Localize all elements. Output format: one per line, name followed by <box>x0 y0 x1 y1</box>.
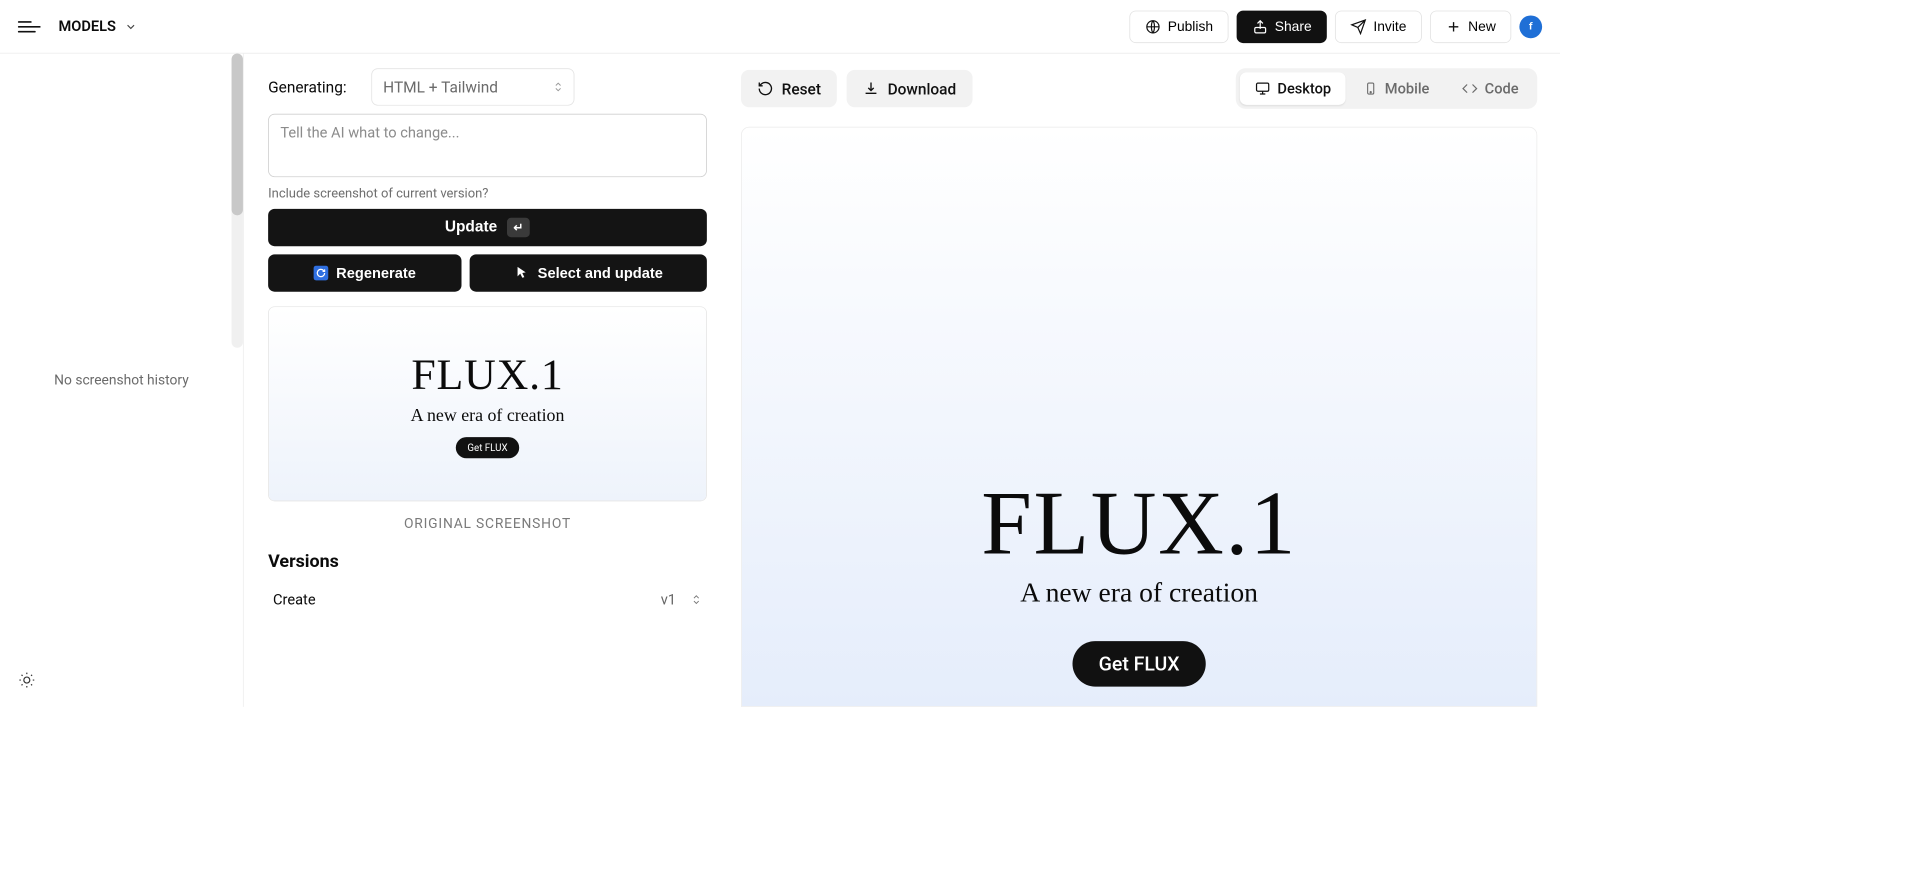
hero-cta-button[interactable]: Get FLUX <box>1073 641 1206 687</box>
share-icon <box>1252 18 1268 34</box>
invite-button[interactable]: Invite <box>1335 10 1422 43</box>
send-icon <box>1351 18 1367 34</box>
download-icon <box>863 80 879 96</box>
regenerate-button[interactable]: Regenerate <box>268 254 461 291</box>
tab-mobile[interactable]: Mobile <box>1349 72 1444 105</box>
new-button[interactable]: New <box>1430 10 1511 43</box>
version-label: Create <box>273 591 316 608</box>
pointer-icon <box>513 265 529 281</box>
hero-title: FLUX.1 <box>981 471 1297 576</box>
tab-desktop-label: Desktop <box>1277 80 1331 97</box>
mobile-icon <box>1364 81 1379 96</box>
version-tag: v1 <box>661 591 676 608</box>
tab-code[interactable]: Code <box>1447 72 1533 105</box>
history-scrollbar-thumb[interactable] <box>232 54 243 216</box>
project-name-label: MODELS <box>59 18 116 35</box>
invite-label: Invite <box>1373 18 1406 34</box>
avatar-initial: f <box>1529 20 1533 32</box>
new-label: New <box>1468 18 1496 34</box>
reset-label: Reset <box>782 79 821 98</box>
original-screenshot-caption: ORIGINAL SCREENSHOT <box>268 509 707 532</box>
tab-mobile-label: Mobile <box>1385 80 1430 97</box>
versions-heading: Versions <box>268 552 707 572</box>
publish-button[interactable]: Publish <box>1130 10 1229 43</box>
select-and-update-button[interactable]: Select and update <box>469 254 707 291</box>
thumb-hero-title: FLUX.1 <box>411 349 563 399</box>
tab-code-label: Code <box>1485 80 1519 97</box>
globe-icon <box>1145 18 1161 34</box>
share-label: Share <box>1275 18 1312 34</box>
plus-icon <box>1445 18 1461 34</box>
hero-cta-label: Get FLUX <box>1099 652 1180 675</box>
share-button[interactable]: Share <box>1237 10 1327 43</box>
version-row[interactable]: Create v1 <box>268 580 707 619</box>
topbar: MODELS Publish Share Invite <box>0 0 1560 54</box>
original-screenshot-preview: FLUX.1 A new era of creation Get FLUX <box>269 307 706 500</box>
update-button[interactable]: Update ↵ <box>268 209 707 246</box>
framework-selected-value: HTML + Tailwind <box>383 78 498 97</box>
framework-select[interactable]: HTML + Tailwind <box>371 68 574 105</box>
monitor-icon <box>1255 80 1271 96</box>
theme-toggle-button[interactable] <box>18 671 36 689</box>
prompt-textarea[interactable] <box>268 114 707 177</box>
hamburger-menu-button[interactable] <box>18 15 41 38</box>
generating-label: Generating: <box>268 78 346 97</box>
select-caret-icon <box>552 80 563 95</box>
history-empty-text: No screenshot history <box>54 372 189 388</box>
regenerate-label: Regenerate <box>336 264 416 281</box>
preview-toolbar: Reset Download Desktop <box>741 68 1537 109</box>
tab-desktop[interactable]: Desktop <box>1240 72 1346 105</box>
download-button[interactable]: Download <box>847 70 972 107</box>
reset-button[interactable]: Reset <box>741 70 837 107</box>
chevron-down-icon <box>124 20 137 33</box>
code-icon <box>1462 80 1478 96</box>
project-name-dropdown[interactable]: MODELS <box>59 18 138 35</box>
avatar[interactable]: f <box>1519 15 1542 38</box>
sun-icon <box>18 671 36 689</box>
thumb-hero-sub: A new era of creation <box>411 405 565 426</box>
select-update-label: Select and update <box>538 264 663 281</box>
screenshot-hint: Include screenshot of current version? <box>268 185 707 200</box>
download-label: Download <box>888 79 957 98</box>
history-scrollbar-track[interactable] <box>232 54 243 348</box>
preview-canvas: FLUX.1 A new era of creation Get FLUX <box>741 127 1537 707</box>
viewport-segmented-control: Desktop Mobile Code <box>1236 68 1537 109</box>
publish-label: Publish <box>1168 18 1213 34</box>
history-sidebar: No screenshot history <box>0 54 244 707</box>
original-screenshot-card: FLUX.1 A new era of creation Get FLUX <box>268 306 707 501</box>
thumb-hero-cta: Get FLUX <box>456 437 519 458</box>
update-label: Update <box>445 219 497 237</box>
editor-panel: Generating: HTML + Tailwind Include scre… <box>244 54 732 707</box>
select-caret-icon <box>691 592 702 607</box>
undo-icon <box>757 80 773 96</box>
hero-subtitle: A new era of creation <box>1020 578 1258 609</box>
preview-panel: Reset Download Desktop <box>731 54 1560 707</box>
refresh-icon <box>313 266 328 281</box>
enter-key-icon: ↵ <box>507 218 530 238</box>
